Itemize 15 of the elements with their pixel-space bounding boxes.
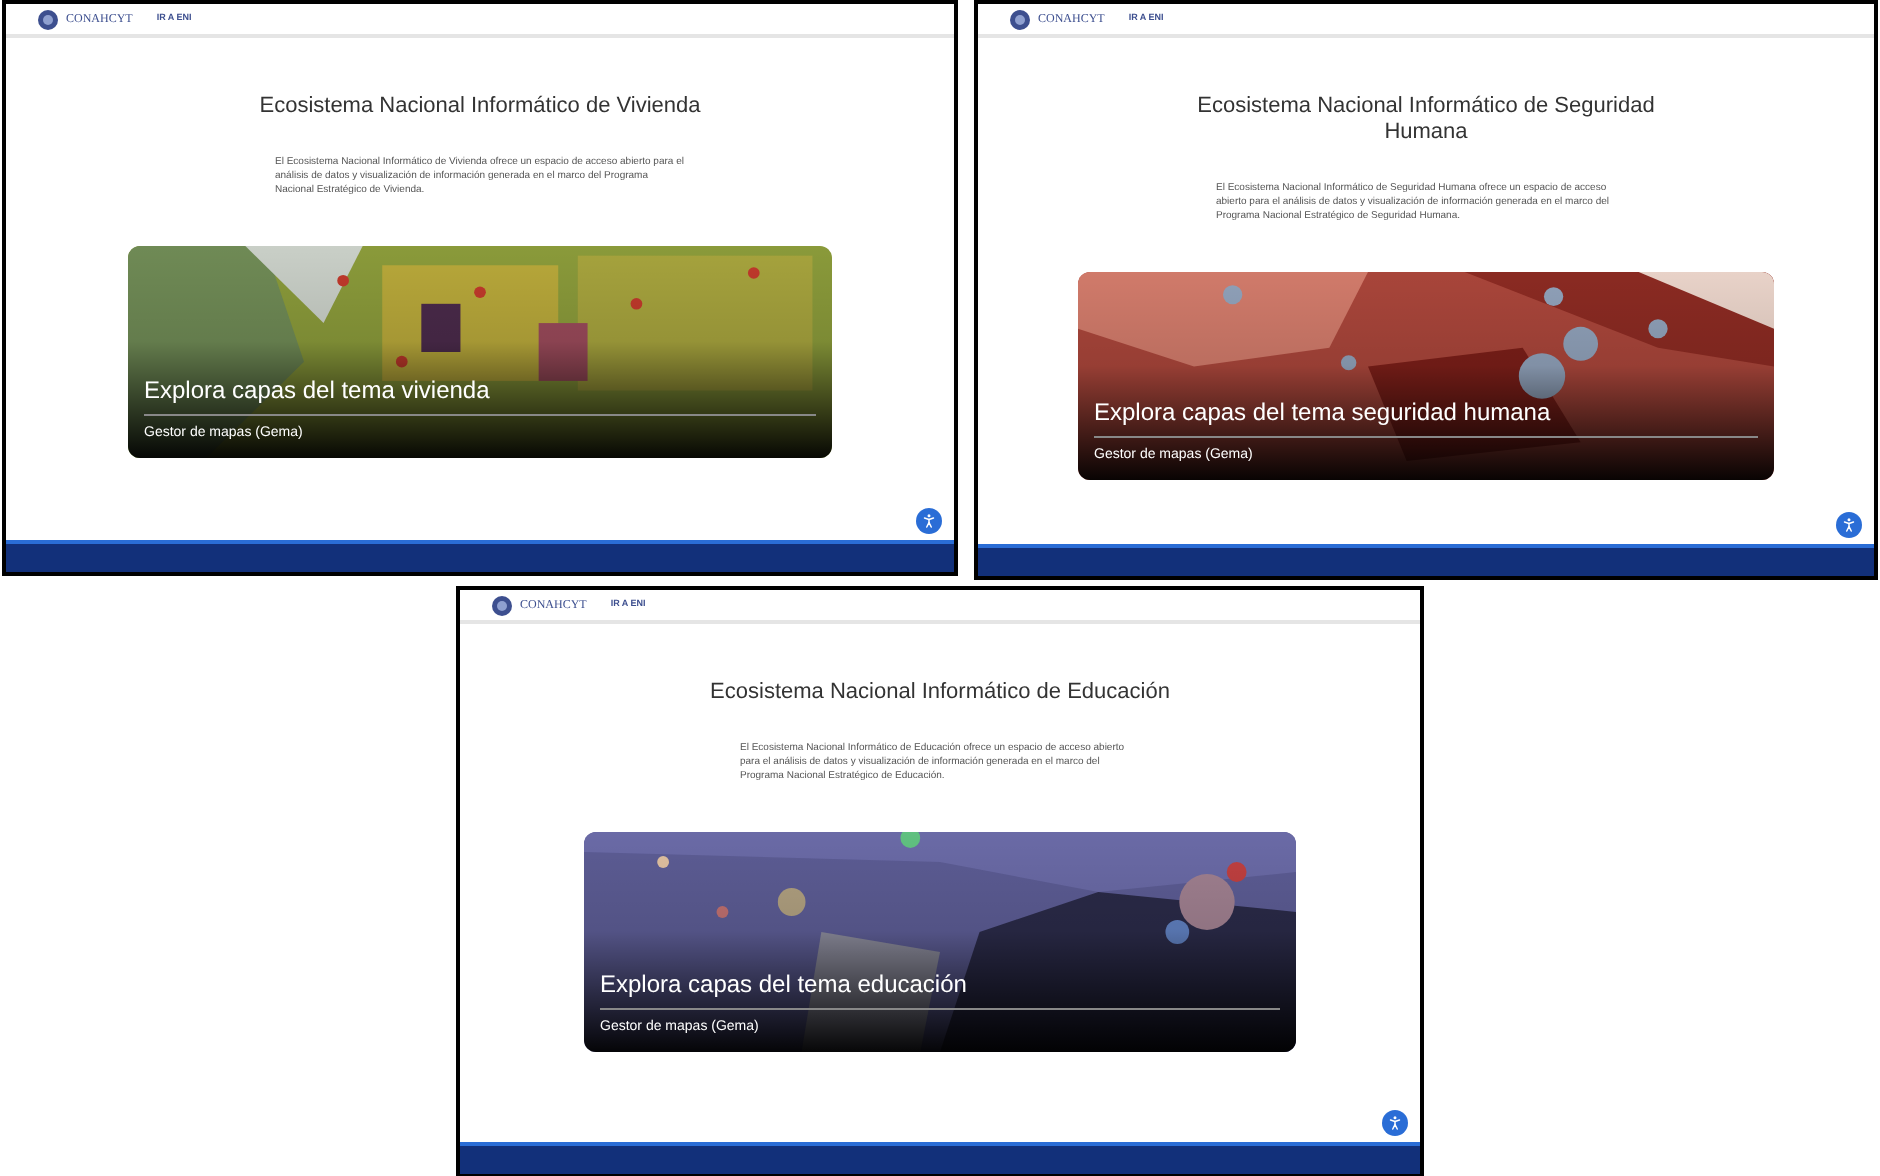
- person-icon: [1840, 516, 1858, 534]
- page-title: Ecosistema Nacional Informático de Educación: [710, 680, 1170, 706]
- page-title: Ecosistema Nacional Informático de Vivienda: [257, 94, 703, 120]
- logo-icon: [1010, 9, 1030, 29]
- card-title: Explora capas del tema vivienda: [144, 376, 492, 406]
- page-title: Ecosistema Nacional Informático de Seguridad Humana: [1196, 94, 1656, 146]
- card-title: Explora capas del tema seguridad humana: [1094, 398, 1553, 428]
- person-icon: [920, 512, 938, 530]
- logo-icon: [38, 9, 58, 29]
- accessibility-button[interactable]: [1836, 512, 1862, 538]
- accessibility-button[interactable]: [916, 508, 942, 534]
- logo-icon: [492, 595, 512, 615]
- accessibility-button[interactable]: [1382, 1110, 1408, 1136]
- card-title: Explora capas del tema educación: [600, 970, 969, 1000]
- person-icon: [1386, 1114, 1404, 1132]
